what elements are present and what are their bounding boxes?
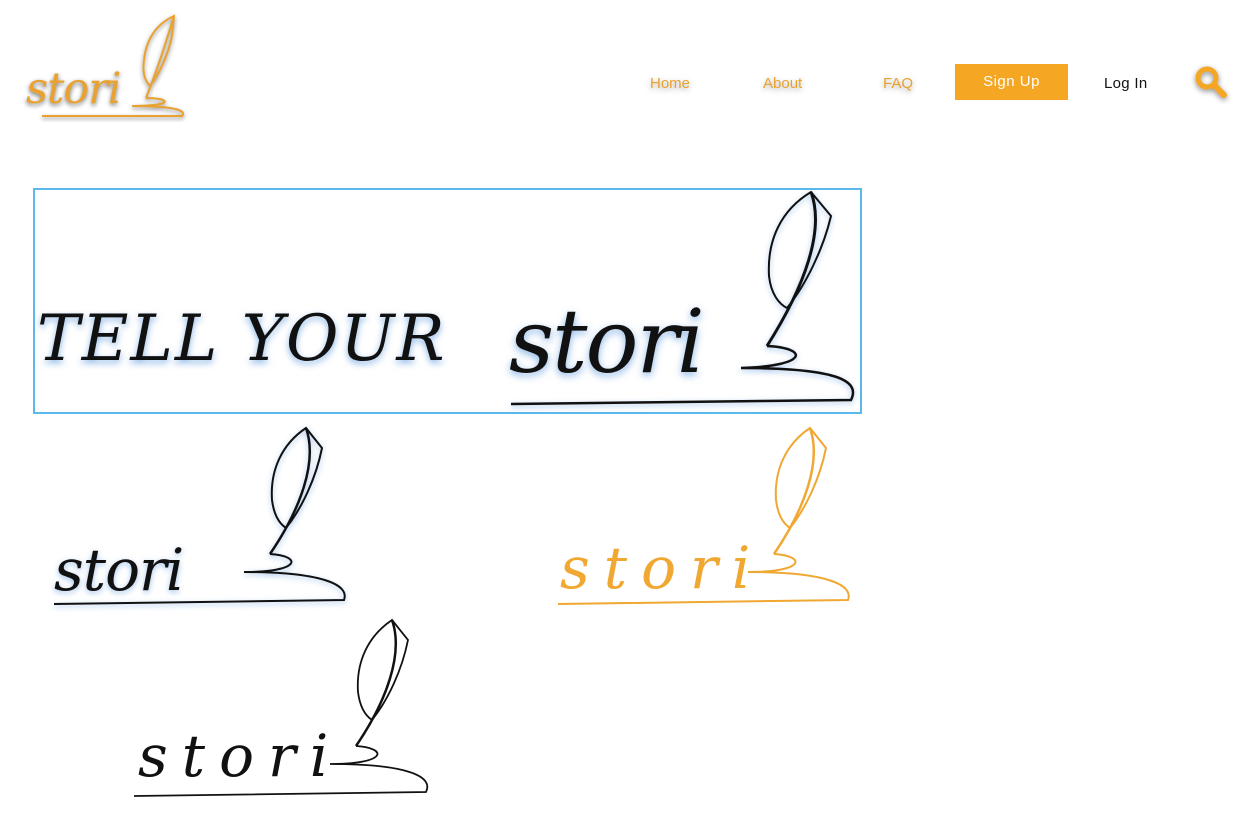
hero-logo-selection[interactable]: TELL YOUR stori — [33, 188, 862, 414]
log-in-link[interactable]: Log In — [1104, 75, 1148, 92]
hero-tagline: TELL YOUR — [37, 302, 447, 376]
nav-about-link[interactable]: About — [763, 75, 802, 92]
header-logo-text: stori — [26, 64, 122, 114]
search-icon — [1195, 66, 1227, 98]
quill-icon — [133, 618, 429, 797]
logo-variant-dark[interactable]: stori — [50, 426, 350, 612]
quill-icon — [557, 426, 850, 605]
sign-up-button[interactable]: Sign Up — [955, 64, 1068, 100]
nav-home-link[interactable]: Home — [650, 75, 690, 92]
nav-faq-link[interactable]: FAQ — [883, 75, 913, 92]
search-button[interactable] — [1193, 64, 1229, 100]
hero-quill-icon — [510, 190, 855, 406]
logo-variant-black[interactable]: stori — [130, 618, 430, 804]
quill-icon — [53, 426, 346, 605]
logo-variant-orange[interactable]: stori — [554, 426, 854, 612]
header-logo[interactable]: stori — [22, 12, 192, 122]
